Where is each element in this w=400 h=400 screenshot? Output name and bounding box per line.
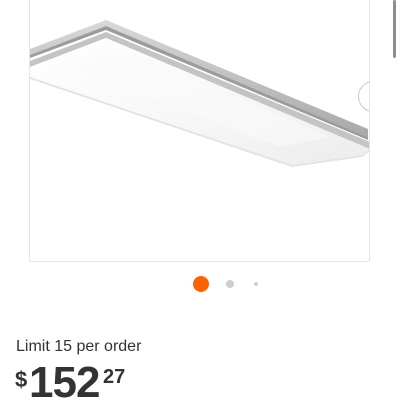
page-scrollbar[interactable] (393, 0, 396, 58)
carousel-dot[interactable] (254, 282, 258, 286)
price-dollars: 152 (29, 358, 100, 400)
chevron-right-icon (368, 89, 371, 105)
price-currency: $ (15, 367, 28, 392)
product-image (30, 20, 369, 167)
product-page: Limit 15 per order $ 152 27 (0, 0, 400, 400)
purchase-limit-text: Limit 15 per order (16, 338, 142, 355)
price-cents: 27 (103, 366, 126, 388)
product-image-card[interactable] (29, 0, 370, 262)
carousel-pagination (0, 276, 400, 292)
carousel-dot-active[interactable] (193, 276, 209, 292)
carousel-dot[interactable] (226, 280, 234, 288)
